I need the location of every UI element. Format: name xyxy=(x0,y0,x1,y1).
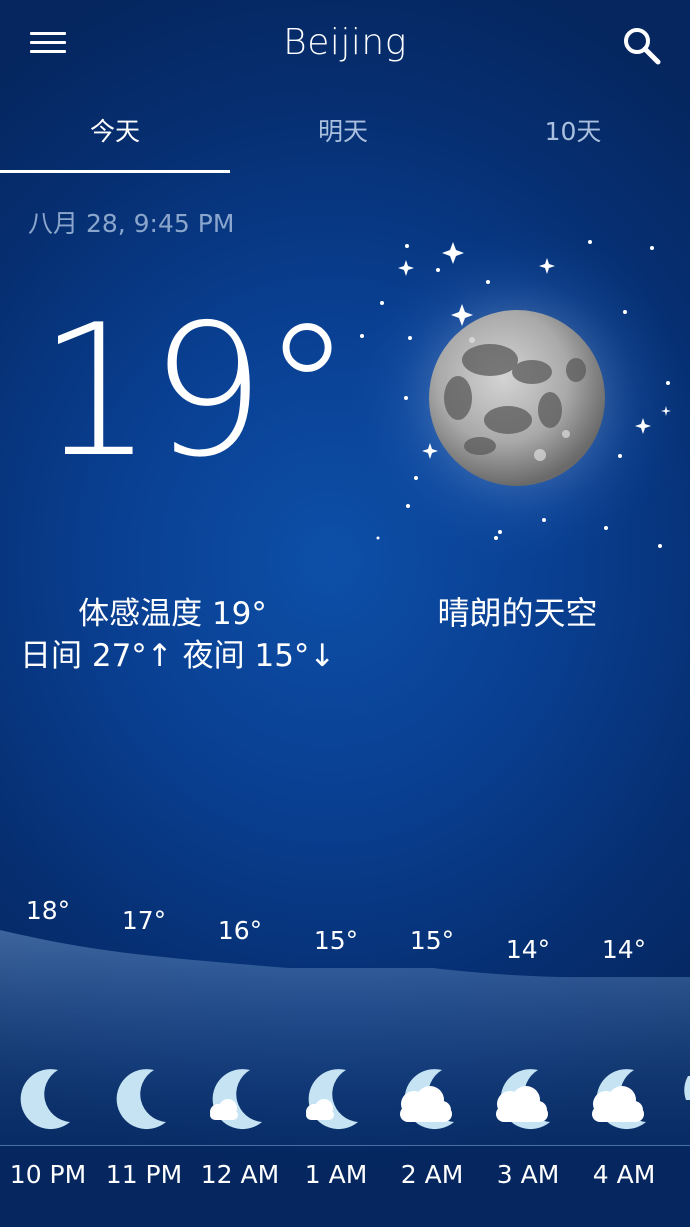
hour-temp: 15° xyxy=(409,926,455,955)
condition-label: 晴朗的天空 xyxy=(437,594,598,632)
hourly-forecast[interactable]: 18° 17° 16° 15° 15° 14° 14° 10 PM 11 PM … xyxy=(0,880,690,1227)
tab-today[interactable]: 今天 xyxy=(0,112,230,148)
moon-small-cloud-icon xyxy=(210,1069,262,1130)
tab-tomorrow[interactable]: 明天 xyxy=(228,112,458,148)
top-bar: Beijing xyxy=(0,0,690,90)
hour-label: 4 AM xyxy=(592,1160,656,1189)
hour-label: 11 PM xyxy=(105,1160,183,1189)
moon-cloud-icon xyxy=(592,1069,646,1130)
moon-icon xyxy=(347,228,687,568)
tab-10-days[interactable]: 10天 xyxy=(458,112,688,148)
hour-label: 3 AM xyxy=(496,1160,560,1189)
moon-cloud-icon xyxy=(400,1069,454,1130)
moon-icon xyxy=(116,1069,166,1130)
hour-label: 1 AM xyxy=(304,1160,368,1189)
hourly-divider xyxy=(0,1145,690,1146)
hour-temp: 14° xyxy=(601,935,647,964)
moon-icon xyxy=(20,1069,70,1130)
hour-label: 10 PM xyxy=(9,1160,87,1189)
hour-temp: 18° xyxy=(25,896,71,925)
hour-label: 2 AM xyxy=(400,1160,464,1189)
hour-temp: 14° xyxy=(505,935,551,964)
feels-like: 体感温度 19° xyxy=(78,596,267,632)
search-icon[interactable] xyxy=(620,24,662,66)
moon-cloud-icon xyxy=(684,1076,690,1100)
hour-temp: 16° xyxy=(217,916,263,945)
moon-cloud-icon xyxy=(496,1069,550,1130)
current-datetime: 八月 28, 9:45 PM xyxy=(28,209,235,238)
moon-small-cloud-icon xyxy=(306,1069,358,1130)
city-title: Beijing xyxy=(283,22,407,63)
day-night-temps: 日间 27°↑ 夜间 15°↓ xyxy=(20,638,336,674)
hour-temp: 15° xyxy=(313,926,359,955)
current-temperature: 19° xyxy=(38,285,353,497)
tab-bar: 今天 明天 10天 xyxy=(0,98,690,174)
active-tab-indicator xyxy=(0,170,230,173)
hour-label: 12 AM xyxy=(200,1160,280,1189)
hour-temp: 17° xyxy=(121,906,167,935)
